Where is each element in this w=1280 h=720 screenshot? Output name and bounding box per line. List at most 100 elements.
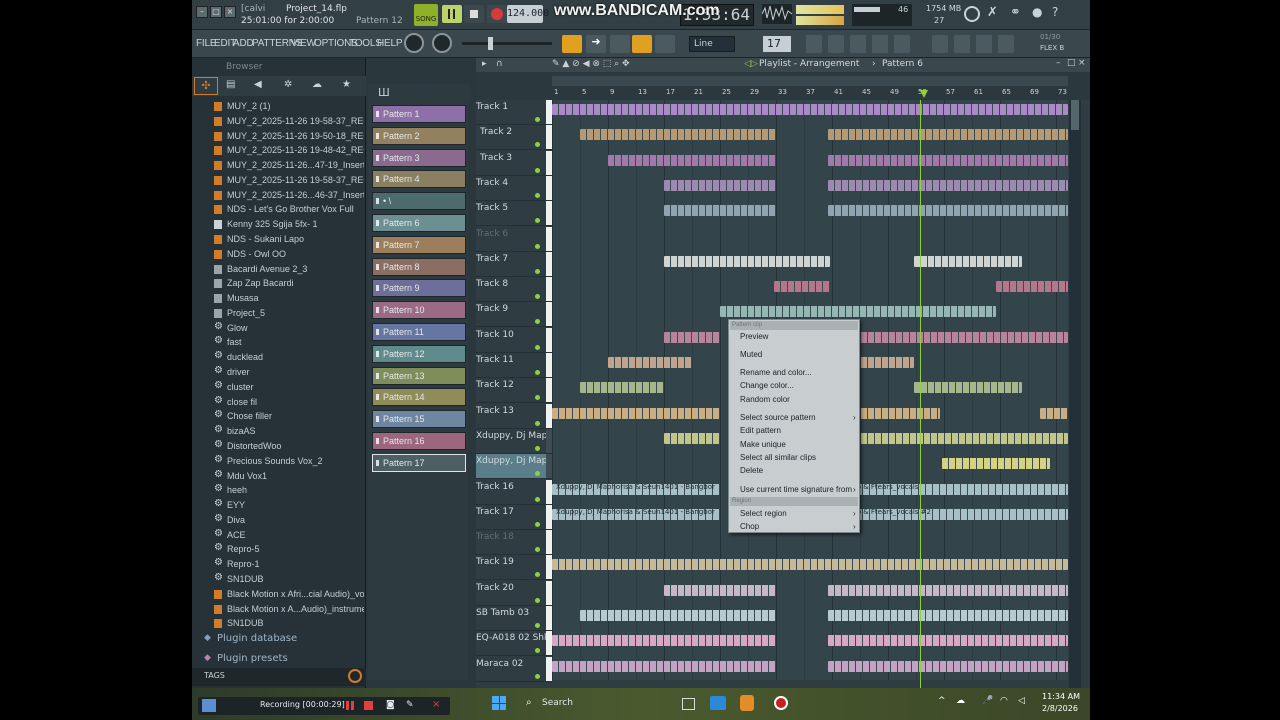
- browser-item[interactable]: Zap Zap Bacardi: [214, 277, 364, 291]
- pattern-item[interactable]: Pattern 10: [372, 301, 466, 320]
- playlist-tools-icons[interactable]: ✎ ▲ ⊘ ◀ ⊗ ⬚ ⌕ ✥: [552, 59, 630, 69]
- playlist-mode-icon[interactable]: ◁▷: [744, 59, 758, 69]
- browser-item[interactable]: Kenny 325 Sgija 5fx- 1: [214, 218, 364, 232]
- camera-icon[interactable]: ◙: [386, 700, 395, 710]
- playlist-clip[interactable]: [552, 559, 1068, 571]
- browser-item[interactable]: MUY_2_2025-11-26 19-58-37_REC: [214, 174, 364, 188]
- playlist-clip[interactable]: [664, 331, 720, 343]
- arrow-icon[interactable]: ▸: [482, 59, 487, 69]
- playlist-clip[interactable]: [552, 635, 776, 647]
- track-header[interactable]: Track 11: [476, 353, 552, 378]
- browser-favorites-tab[interactable]: ★: [342, 79, 351, 90]
- browser-item[interactable]: MUY_2_2025-11-26...47-19_Insert 25: [214, 159, 364, 173]
- track-header[interactable]: Track 2: [476, 125, 552, 151]
- playlist-clip[interactable]: [854, 432, 1068, 444]
- playlist-clip[interactable]: [720, 306, 996, 318]
- playlist-clip[interactable]: [828, 635, 1068, 647]
- help-icon[interactable]: ?: [1052, 5, 1068, 23]
- time-ruler[interactable]: 15913172125293337414549535761656973: [552, 88, 1068, 100]
- playlist-clip[interactable]: [664, 584, 776, 596]
- playlist-clip[interactable]: [552, 407, 720, 419]
- onedrive-icon[interactable]: ☁: [956, 696, 965, 706]
- browser-item[interactable]: Project_5: [214, 307, 364, 321]
- browser-item[interactable]: ⚙ fast: [214, 336, 364, 350]
- pattern-item[interactable]: Pattern 6: [372, 214, 466, 232]
- link-tool-icon[interactable]: [632, 35, 652, 53]
- menu-delete[interactable]: Delete: [740, 466, 763, 475]
- pattern-item[interactable]: Pattern 17: [372, 453, 466, 472]
- browser-item[interactable]: ⚙ DistortedWoo: [214, 440, 364, 454]
- browser-item[interactable]: ⚙ Chose filler: [214, 410, 364, 424]
- start-button[interactable]: [492, 696, 506, 710]
- pattern-item[interactable]: Pattern 13: [372, 366, 466, 385]
- browser-item[interactable]: ⚙ EYY: [214, 499, 364, 513]
- browser-item[interactable]: MUY_2_2025-11-26...46-37_Insert 25: [214, 189, 364, 203]
- browser-item[interactable]: ⚙ bizaAS: [214, 425, 364, 439]
- track-mute-led[interactable]: [535, 521, 540, 527]
- menu-select-region[interactable]: Select region: [740, 509, 787, 518]
- browser-item[interactable]: ⚙ ducklead: [214, 351, 364, 365]
- browser-item[interactable]: ⚙ SN1DUB: [214, 573, 364, 587]
- taskbar-search[interactable]: ⌕ Search: [522, 694, 672, 714]
- track-header[interactable]: Track 6: [476, 226, 552, 252]
- undo-history-icon[interactable]: [964, 6, 980, 22]
- menu-change-color[interactable]: Change color...: [740, 381, 794, 390]
- browser-item[interactable]: ⚙ cluster: [214, 381, 364, 395]
- track-header[interactable]: Track 1: [476, 100, 552, 125]
- track-header[interactable]: Track 9: [476, 302, 552, 328]
- browser-item[interactable]: SN1DUB: [214, 617, 364, 631]
- browser-item[interactable]: ⚙ Repro-1: [214, 558, 364, 572]
- menu-add[interactable]: ADD: [233, 38, 254, 49]
- menu-edit-pattern[interactable]: Edit pattern: [740, 426, 781, 435]
- browser-plugins-tab[interactable]: ✲: [284, 79, 292, 90]
- track-header[interactable]: Track 3: [476, 150, 552, 176]
- track-mute-led[interactable]: [535, 623, 540, 628]
- playlist-clip[interactable]: [914, 382, 1022, 394]
- browser-item[interactable]: ⚙ Mdu Vox1: [214, 470, 364, 484]
- playlist-clip[interactable]: [580, 382, 664, 394]
- task-view-icon[interactable]: [682, 698, 695, 710]
- plugin-database-folder[interactable]: ◆ Plugin database: [200, 632, 360, 646]
- track-mute-led[interactable]: [535, 572, 540, 578]
- track-header[interactable]: Track 19: [476, 555, 552, 581]
- minimize-button[interactable]: –: [196, 6, 208, 18]
- fl-studio-taskbar-icon[interactable]: [740, 695, 754, 711]
- pattern-item[interactable]: Pattern 14: [372, 388, 466, 407]
- playlist-clip[interactable]: [828, 154, 1068, 166]
- playlist-clip[interactable]: [828, 660, 1068, 672]
- track-header[interactable]: Track 10: [476, 327, 552, 353]
- track-header[interactable]: Track 17: [476, 504, 552, 530]
- track-mute-led[interactable]: [535, 167, 540, 173]
- browser-item[interactable]: Black Motion x Afri...cial Audio)_vocals: [214, 588, 364, 602]
- browser-item[interactable]: Black Motion x A...Audio)_instruments: [214, 603, 364, 617]
- track-header[interactable]: Track 7: [476, 251, 552, 277]
- pattern-item[interactable]: Pattern 4: [372, 170, 466, 189]
- pattern-item[interactable]: Pattern 8: [372, 257, 466, 276]
- playlist-clip[interactable]: [854, 357, 914, 368]
- menu-make-unique[interactable]: Make unique: [740, 440, 786, 449]
- close-button[interactable]: ×: [224, 6, 236, 18]
- tempo-display[interactable]: 124.000: [507, 5, 549, 23]
- track-mute-led[interactable]: [535, 395, 540, 401]
- track-header[interactable]: Track 20: [476, 580, 552, 606]
- track-mute-led[interactable]: [535, 142, 540, 148]
- clock-date[interactable]: 2/8/2026: [1042, 704, 1078, 713]
- menu-preview[interactable]: Preview: [740, 332, 768, 341]
- browser-item[interactable]: Musasa: [214, 292, 364, 306]
- master-volume-knob[interactable]: [404, 33, 424, 53]
- record-button[interactable]: [487, 5, 507, 23]
- playlist-clip[interactable]: [828, 205, 1068, 217]
- wifi-icon[interactable]: ◠: [1000, 696, 1008, 706]
- browser-item[interactable]: Bacardi Avenue 2_3: [214, 263, 364, 277]
- browser-item[interactable]: MUY_2_2025-11-26 19-58-37_REC_2: [214, 115, 364, 129]
- browser-item[interactable]: ⚙ heeh: [214, 484, 364, 498]
- track-mute-led[interactable]: [535, 117, 540, 122]
- menu-random-color[interactable]: Random color: [740, 395, 790, 404]
- playlist-clip[interactable]: [914, 255, 1022, 267]
- menu-rename-color[interactable]: Rename and color...: [740, 368, 812, 377]
- browser-files-tab[interactable]: ▤: [226, 79, 235, 90]
- playlist-close-icon[interactable]: ×: [1078, 58, 1086, 68]
- playlist-clip[interactable]: [580, 129, 776, 141]
- playlist-clip[interactable]: [854, 331, 1068, 343]
- playlist-clip[interactable]: [774, 281, 830, 293]
